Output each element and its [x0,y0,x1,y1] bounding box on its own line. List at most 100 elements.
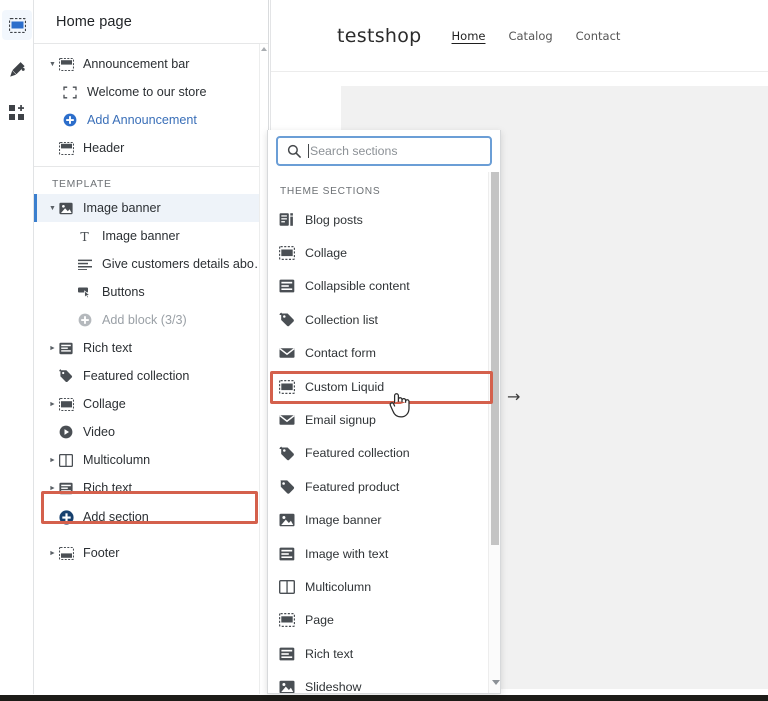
tree-item-label: Collage [81,397,126,411]
chevron-down-icon[interactable]: ▼ [46,61,59,68]
multicolumn-icon [59,454,81,467]
tree-item-rich-text-2[interactable]: ► Rich text [34,474,268,502]
tree-item-add-announcement[interactable]: Add Announcement [34,106,268,134]
section-option-page[interactable]: Page [268,604,500,637]
tree-item-label: Rich text [81,341,132,355]
section-option-label: Slideshow [305,680,361,693]
sidebar-header: Home page [34,0,268,44]
image-banner-icon [279,513,305,527]
add-section-button[interactable]: ► Add section [34,502,268,532]
window-bottom-bar [0,695,768,701]
section-option-custom-liquid[interactable]: Custom Liquid [268,370,500,403]
tree-item-welcome-block[interactable]: Welcome to our store [34,78,268,106]
rich-text-icon [59,482,81,495]
section-option-label: Collapsible content [305,279,410,293]
tree-item-heading-block[interactable]: T Image banner [34,222,268,250]
tree-item-announcement-bar[interactable]: ▼ Announcement bar [34,50,268,78]
scroll-up-arrow-icon[interactable] [261,47,267,51]
section-option-multicolumn[interactable]: Multicolumn [268,570,500,603]
tree-item-label: Rich text [81,481,132,495]
section-option-image-banner[interactable]: Image banner [268,504,500,537]
section-tree: ▼ Announcement bar Welcome to our store [34,44,268,567]
tree-item-add-block[interactable]: Add block (3/3) [34,306,268,334]
section-option-label: Rich text [305,647,353,661]
section-option-featured-collection[interactable]: Featured collection [268,437,500,470]
add-section-label: Add section [81,510,149,524]
sections-sidebar: Home page ▼ Announcement bar [34,0,269,695]
block-icon [63,86,85,99]
tree-item-image-banner[interactable]: ▼ Image banner [34,194,268,222]
tree-item-rich-text-1[interactable]: ► Rich text [34,334,268,362]
tree-item-label: Footer [81,546,119,560]
tree-item-footer[interactable]: ► Footer [34,539,268,567]
sections-icon[interactable] [2,10,32,40]
section-option-image-with-text[interactable]: Image with text [268,537,500,570]
template-group-label: TEMPLATE [34,167,268,194]
nav-link-contact[interactable]: Contact [576,29,621,43]
tree-item-label: Video [81,425,115,439]
section-option-label: Featured collection [305,446,410,460]
chevron-right-icon[interactable]: ► [46,457,59,464]
announcement-bar-icon [59,58,81,71]
collage-icon [279,246,305,260]
rich-text-icon [59,342,81,355]
section-option-featured-product[interactable]: Featured product [268,470,500,503]
chevron-right-icon[interactable]: ► [46,401,59,408]
tree-item-header[interactable]: ► Header [34,134,268,162]
section-option-slideshow[interactable]: Slideshow [268,670,500,693]
rich-text-icon [279,647,305,661]
tree-item-label: Buttons [100,285,145,299]
section-option-collection-list[interactable]: Collection list [268,303,500,336]
theme-editor-window: Home page ▼ Announcement bar [0,0,768,701]
plus-circle-icon [59,510,81,525]
tree-item-label: Multicolumn [81,453,150,467]
tree-item-collage[interactable]: ► Collage [34,390,268,418]
section-option-collapsible-content[interactable]: Collapsible content [268,270,500,303]
tree-item-buttons-block[interactable]: Buttons [34,278,268,306]
buttons-icon [78,286,100,298]
svg-text:T: T [80,230,89,243]
storefront-header: testshop Home Catalog Contact [271,0,768,72]
collection-icon [59,369,81,383]
tree-item-featured-collection[interactable]: ► Featured collection [34,362,268,390]
section-option-label: Collage [305,246,347,260]
scroll-down-arrow-icon[interactable] [492,680,500,685]
chevron-right-icon[interactable]: ► [46,550,59,557]
plus-circle-icon [63,113,85,127]
section-option-label: Multicolumn [305,580,371,594]
search-icon [287,144,301,158]
section-option-label: Collection list [305,313,378,327]
left-icon-rail [0,0,34,695]
theme-settings-icon[interactable] [2,54,32,84]
section-option-label: Image banner [305,513,381,527]
section-option-label: Blog posts [305,213,363,227]
tree-item-multicolumn[interactable]: ► Multicolumn [34,446,268,474]
tree-item-label: Image banner [81,201,161,215]
picker-scrollbar-thumb[interactable] [491,172,499,545]
theme-sections-group-label: THEME SECTIONS [268,176,500,203]
tag-icon [279,479,305,494]
page-title: Home page [56,14,132,30]
search-placeholder: Search sections [310,144,398,158]
tree-item-video[interactable]: ► Video [34,418,268,446]
plus-circle-icon [78,313,100,327]
section-option-rich-text[interactable]: Rich text [268,637,500,670]
section-option-collage[interactable]: Collage [268,236,500,269]
page-icon [279,613,305,627]
tree-item-paragraph-block[interactable]: Give customers details abo… [34,250,268,278]
tree-item-label: Header [81,141,124,155]
collapsible-content-icon [279,279,305,293]
app-embeds-icon[interactable] [2,98,32,128]
image-with-text-icon [279,547,305,561]
header-icon [59,142,81,155]
search-sections-field[interactable]: Search sections [276,136,492,166]
section-option-email-signup[interactable]: Email signup [268,403,500,436]
section-option-blog-posts[interactable]: Blog posts [268,203,500,236]
section-option-contact-form[interactable]: Contact form [268,337,500,370]
picker-scrollbar[interactable] [488,172,500,693]
chevron-down-icon[interactable]: ▼ [46,205,59,212]
nav-link-home[interactable]: Home [452,29,486,43]
chevron-right-icon[interactable]: ► [46,485,59,492]
nav-link-catalog[interactable]: Catalog [508,29,552,43]
chevron-right-icon[interactable]: ► [46,345,59,352]
